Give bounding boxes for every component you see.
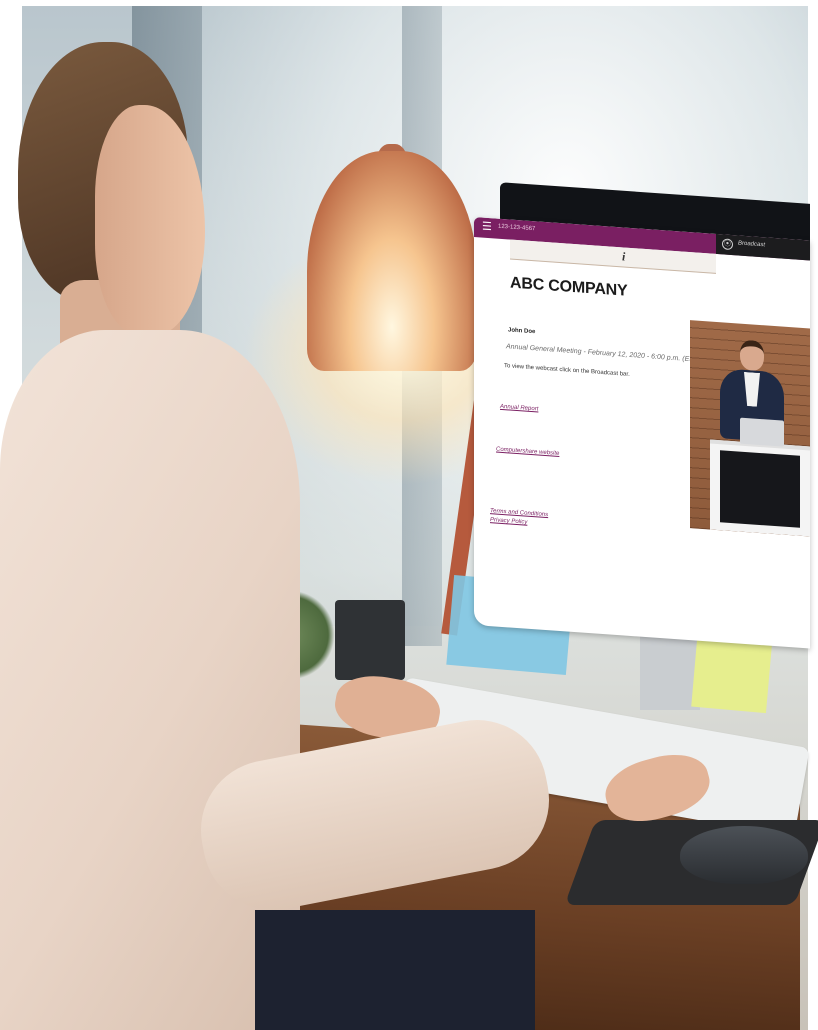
woman-pants bbox=[255, 910, 535, 1030]
company-title: ABC COMPANY bbox=[510, 274, 628, 300]
webcast-instruction: To view the webcast click on the Broadca… bbox=[504, 363, 630, 378]
presenter-head bbox=[740, 339, 764, 372]
info-icon: i bbox=[622, 249, 626, 264]
broadcast-icon: ⦿ bbox=[722, 238, 733, 251]
broadcast-label: Broadcast bbox=[738, 240, 766, 249]
terms-link[interactable]: Terms and Conditions bbox=[490, 508, 548, 518]
meeting-info: Annual General Meeting - February 12, 20… bbox=[506, 343, 701, 364]
podium-panel bbox=[720, 450, 800, 528]
office-photo: ☰ 123-123-4567 ⦿ Broadcast i ABC COMPANY… bbox=[0, 0, 818, 1030]
hamburger-menu-icon[interactable]: ☰ bbox=[482, 221, 492, 234]
laptop bbox=[740, 417, 784, 447]
annual-report-link[interactable]: Annual Report bbox=[500, 404, 538, 413]
monitor-screen: ☰ 123-123-4567 ⦿ Broadcast i ABC COMPANY… bbox=[474, 217, 810, 649]
privacy-link[interactable]: Privacy Policy bbox=[490, 517, 527, 526]
presenter-image bbox=[690, 320, 810, 537]
computer-mouse bbox=[680, 826, 808, 884]
pen-holder bbox=[335, 600, 405, 680]
phone-number: 123-123-4567 bbox=[498, 223, 536, 233]
desk-lamp bbox=[307, 151, 477, 371]
person-name: John Doe bbox=[508, 327, 536, 336]
computershare-link[interactable]: Computershare website bbox=[496, 447, 559, 457]
